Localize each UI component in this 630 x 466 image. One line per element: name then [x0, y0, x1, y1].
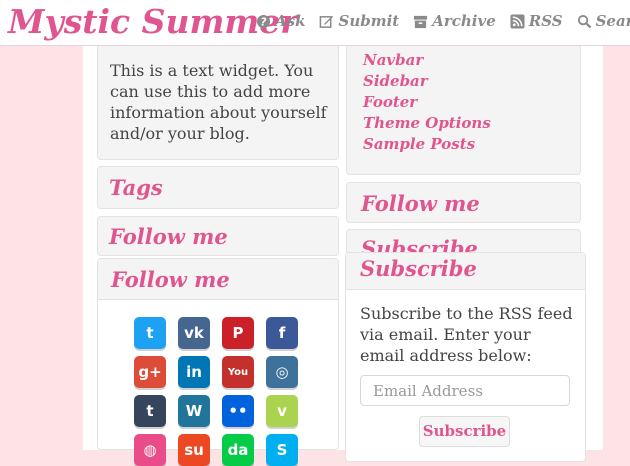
tags-title: Tags: [109, 175, 163, 200]
nav-search[interactable]: Search: [577, 12, 630, 30]
nav-ask[interactable]: ? Ask: [256, 12, 305, 30]
subscribe-title: Subscribe: [360, 256, 477, 281]
follow-widget-right: Follow me: [346, 182, 581, 223]
nav-archive[interactable]: Archive: [413, 12, 496, 30]
nav-rss-label: RSS: [528, 12, 563, 30]
link-theme-options[interactable]: Theme Options: [363, 113, 491, 134]
follow-title-2: Follow me: [111, 267, 230, 292]
search-icon: [577, 14, 591, 28]
top-nav: ? Ask Submit Archive RSS Search: [256, 12, 630, 30]
youtube-icon[interactable]: You: [222, 356, 254, 388]
nav-submit[interactable]: Submit: [319, 12, 399, 30]
vk-icon[interactable]: vk: [178, 317, 210, 349]
links-widget: Navbar Sidebar Footer Theme Options Samp…: [346, 37, 581, 175]
email-field[interactable]: Email Address: [360, 375, 570, 406]
flickr-icon[interactable]: ••: [222, 395, 254, 427]
tags-widget: Tags: [97, 166, 339, 209]
follow-widget-1: Follow me: [97, 216, 339, 256]
text-widget: This is a text widget. You can use this …: [97, 37, 339, 160]
text-widget-content: This is a text widget. You can use this …: [110, 61, 327, 143]
archive-icon: [414, 15, 428, 28]
nav-ask-label: Ask: [275, 12, 306, 30]
link-sidebar[interactable]: Sidebar: [363, 71, 491, 92]
linkedin-icon[interactable]: in: [178, 356, 210, 388]
subscribe-widget: Subscribe Subscribe to the RSS feed via …: [345, 252, 586, 462]
vimeo-icon[interactable]: v: [266, 395, 298, 427]
wordpress-icon[interactable]: W: [178, 395, 210, 427]
svg-text:?: ?: [261, 16, 267, 28]
follow-title-1: Follow me: [109, 224, 228, 249]
follow-title-right: Follow me: [361, 191, 480, 216]
link-navbar[interactable]: Navbar: [363, 50, 491, 71]
link-sample-posts[interactable]: Sample Posts: [363, 134, 491, 155]
tumblr-icon[interactable]: t: [134, 395, 166, 427]
twitter-icon[interactable]: t: [134, 317, 166, 349]
links-list: Navbar Sidebar Footer Theme Options Samp…: [363, 50, 491, 155]
instagram-icon[interactable]: ◎: [266, 356, 298, 388]
dribbble-icon[interactable]: ◍: [134, 434, 166, 466]
link-footer[interactable]: Footer: [363, 92, 491, 113]
skype-icon[interactable]: S: [266, 434, 298, 466]
nav-archive-label: Archive: [432, 12, 496, 30]
subscribe-button[interactable]: Subscribe: [419, 416, 510, 447]
google-plus-icon[interactable]: g+: [134, 356, 166, 388]
nav-search-label: Search: [595, 12, 630, 30]
facebook-icon[interactable]: f: [266, 317, 298, 349]
site-logo[interactable]: Mystic Summer: [8, 2, 298, 41]
nav-submit-label: Submit: [338, 12, 400, 30]
stumbleupon-icon[interactable]: su: [178, 434, 210, 466]
deviantart-icon[interactable]: da: [222, 434, 254, 466]
nav-rss[interactable]: RSS: [510, 12, 563, 30]
site-header: Mystic Summer ? Ask Submit Archive RSS S…: [0, 0, 630, 46]
rss-icon: [510, 13, 525, 29]
edit-icon: [320, 15, 334, 28]
question-circle-icon: ?: [256, 14, 271, 28]
pinterest-icon[interactable]: P: [222, 317, 254, 349]
subscribe-text: Subscribe to the RSS feed via email. Ent…: [360, 304, 573, 365]
